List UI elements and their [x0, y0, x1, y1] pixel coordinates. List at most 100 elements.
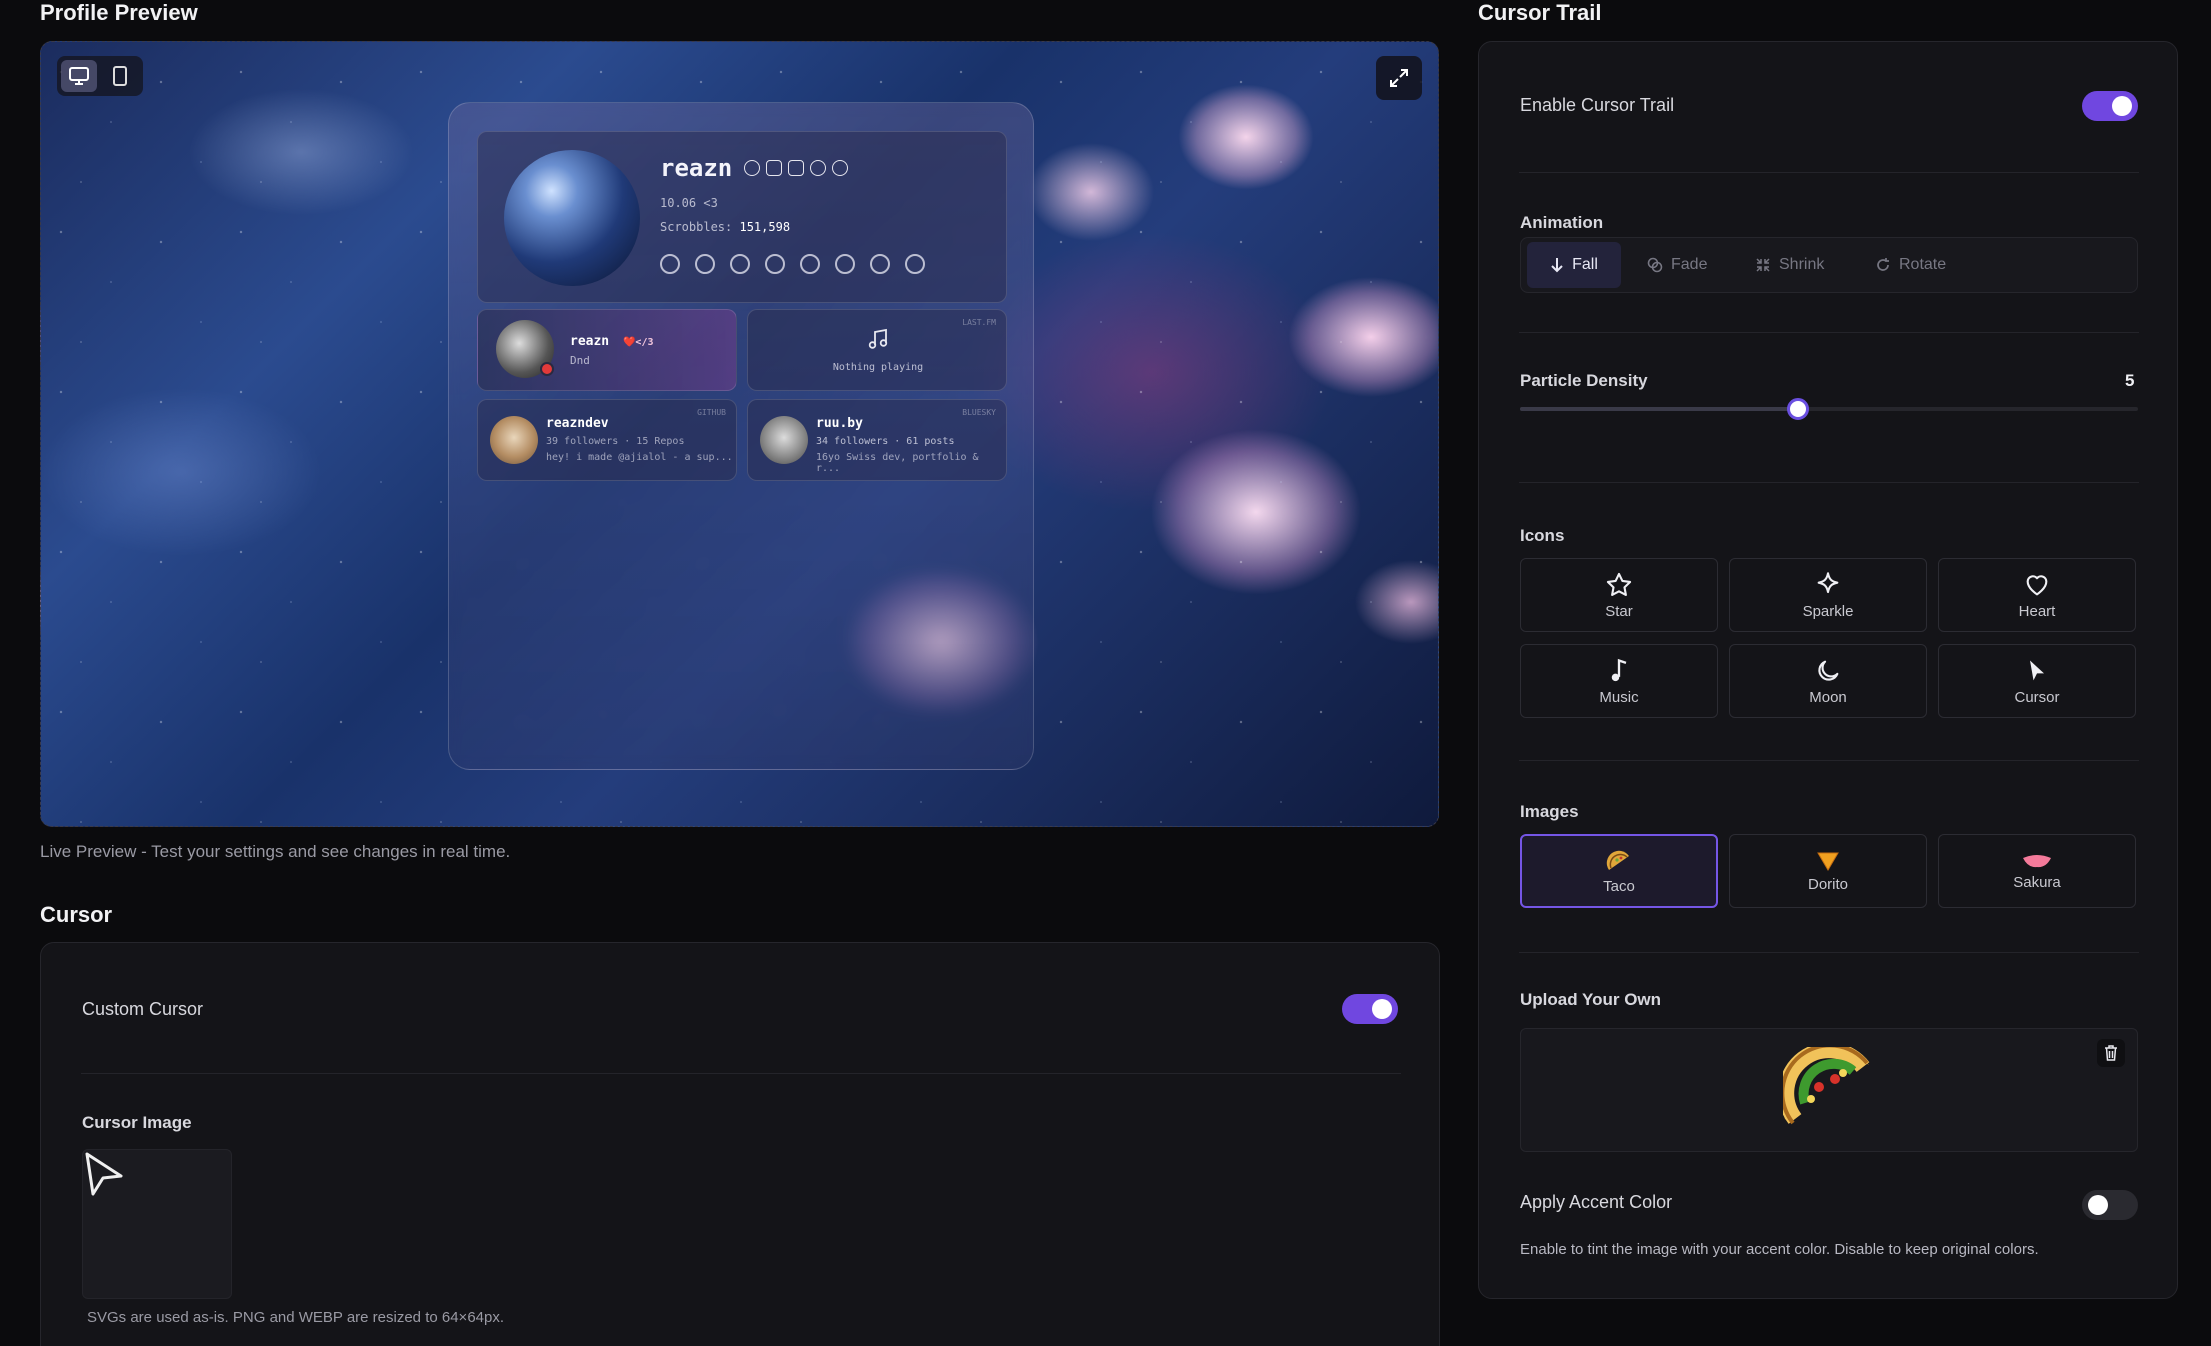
badge-icon — [766, 160, 783, 176]
cursor-image-label: Cursor Image — [82, 1113, 192, 1132]
animation-label: Animation — [1520, 213, 1604, 232]
cursor-section-title: Cursor — [40, 902, 113, 927]
user-badge-icon — [810, 160, 827, 176]
github-stats: 39 followers · 15 Repos — [546, 436, 685, 447]
avatar — [504, 150, 640, 286]
bluesky-bio: 16yo Swiss dev, portfolio & r... — [816, 452, 979, 474]
delete-upload-button[interactable] — [2097, 1039, 2125, 1067]
icon-option-music[interactable]: Music — [1520, 644, 1718, 718]
enable-trail-label: Enable Cursor Trail — [1520, 95, 1675, 115]
icon-option-star[interactable]: Star — [1520, 558, 1718, 632]
bluesky-source: BLUESKY — [962, 408, 996, 417]
images-label: Images — [1520, 802, 1579, 821]
accent-color-note: Enable to tint the image with your accen… — [1520, 1241, 2039, 1258]
music-card: LAST.FM Nothing playing — [747, 309, 1007, 391]
upload-dropzone[interactable] — [1520, 1028, 2138, 1152]
discord-card: reazn ❤️</3 Dnd — [477, 309, 737, 391]
cursor-icon — [2030, 660, 2044, 680]
github-source: GITHUB — [697, 408, 726, 417]
globe-icon[interactable] — [905, 254, 925, 274]
cursor-trail-panel: Enable Cursor Trail Animation Fall Fade … — [1478, 41, 2178, 1299]
cursor-arrow-icon — [85, 1152, 123, 1196]
cursor-image-preview[interactable] — [82, 1149, 232, 1299]
scrobbles: Scrobbles: 151,598 — [660, 220, 790, 234]
github-name: reazndev — [546, 416, 609, 431]
image-option-sakura[interactable]: Sakura — [1938, 834, 2136, 908]
particle-density-label: Particle Density — [1520, 371, 1648, 390]
shrink-icon — [1756, 258, 1770, 272]
uploaded-taco-image — [1783, 1047, 1870, 1125]
expand-button[interactable] — [1376, 56, 1422, 100]
discord-tag: ❤️</3 — [622, 337, 654, 348]
music-source: LAST.FM — [962, 318, 996, 327]
profile-card: reazn 10.06 <3 Scrobbles: 151,598 reazn … — [448, 102, 1034, 770]
reddit-icon[interactable] — [870, 254, 890, 274]
profile-tagline: 10.06 <3 — [660, 196, 718, 210]
desktop-icon[interactable] — [69, 67, 89, 85]
icon-option-sparkle[interactable]: Sparkle — [1729, 558, 1927, 632]
sparkle-icon — [1817, 571, 1839, 593]
heart-icon — [2026, 574, 2048, 595]
moon-icon — [1818, 660, 1839, 681]
custom-cursor-label: Custom Cursor — [82, 999, 204, 1019]
particle-density-track[interactable] — [1520, 398, 2138, 420]
animation-option-fall[interactable]: Fall — [1527, 242, 1621, 288]
dnd-status-dot — [540, 362, 554, 376]
enable-trail-toggle[interactable] — [2082, 91, 2138, 121]
github-avatar — [490, 416, 538, 464]
discord-status: Dnd — [570, 354, 590, 367]
particle-density-thumb[interactable] — [1787, 398, 1809, 420]
preview-title: Profile Preview — [40, 0, 198, 25]
dorito-icon — [1817, 852, 1839, 871]
accent-color-toggle[interactable] — [2082, 1190, 2138, 1220]
profile-username: reazn — [660, 154, 733, 182]
rotate-icon — [1877, 258, 1889, 271]
discord-icon[interactable] — [765, 254, 785, 274]
cursor-panel: Custom Cursor Cursor Image SVGs are used… — [40, 942, 1440, 1346]
icon-option-cursor[interactable]: Cursor — [1938, 644, 2136, 718]
image-option-taco[interactable]: Taco — [1520, 834, 1718, 908]
verified-badge-icon — [744, 160, 761, 176]
custom-cursor-toggle[interactable] — [1342, 994, 1398, 1024]
cursor-note: SVGs are used as-is. PNG and WEBP are re… — [87, 1309, 505, 1326]
mobile-icon[interactable] — [113, 66, 127, 86]
expand-icon — [1390, 69, 1408, 87]
music-icon — [1611, 658, 1627, 681]
github-icon[interactable] — [730, 254, 750, 274]
github-bio: hey! i made @ajialol - a sup... — [546, 452, 733, 463]
tool-badge-icon — [832, 160, 849, 176]
accent-color-label: Apply Accent Color — [1520, 1192, 1673, 1212]
spotify-icon[interactable] — [835, 254, 855, 274]
bluesky-avatar — [760, 416, 808, 464]
lastfm-icon[interactable] — [800, 254, 820, 274]
sakura-icon — [2023, 854, 2051, 867]
taco-icon — [1606, 850, 1629, 870]
arrow-down-icon — [1551, 258, 1563, 273]
bluesky-card: BLUESKY ruu.by 34 followers · 61 posts 1… — [747, 399, 1007, 481]
scrobbles-label: Scrobbles: — [660, 220, 733, 234]
bluesky-stats: 34 followers · 61 posts — [816, 436, 955, 447]
fade-icon — [1647, 257, 1663, 273]
icon-option-heart[interactable]: Heart — [1938, 558, 2136, 632]
animation-option-rotate[interactable]: Rotate — [1875, 242, 1946, 288]
profile-header: reazn 10.06 <3 Scrobbles: 151,598 — [477, 131, 1007, 303]
bluesky-name: ruu.by — [816, 416, 863, 431]
bluesky-icon[interactable] — [695, 254, 715, 274]
music-status: Nothing playing — [832, 362, 924, 373]
discord-name: reazn — [570, 334, 610, 349]
animation-option-shrink[interactable]: Shrink — [1755, 242, 1824, 288]
particle-density-value: 5 — [2125, 371, 2135, 390]
profile-preview: reazn 10.06 <3 Scrobbles: 151,598 reazn … — [40, 41, 1439, 827]
upload-label: Upload Your Own — [1520, 990, 1662, 1009]
music-note-icon — [868, 328, 888, 349]
device-toggle — [57, 56, 143, 96]
star-icon — [1606, 572, 1632, 596]
github-card: GITHUB reazndev 39 followers · 15 Repos … — [477, 399, 737, 481]
preview-caption: Live Preview - Test your settings and se… — [40, 842, 511, 861]
cursor-trail-title: Cursor Trail — [1478, 0, 1602, 25]
image-option-dorito[interactable]: Dorito — [1729, 834, 1927, 908]
trash-icon — [2105, 1045, 2117, 1061]
animation-option-fade[interactable]: Fade — [1647, 242, 1707, 288]
social-icon-1[interactable] — [660, 254, 680, 274]
icon-option-moon[interactable]: Moon — [1729, 644, 1927, 718]
